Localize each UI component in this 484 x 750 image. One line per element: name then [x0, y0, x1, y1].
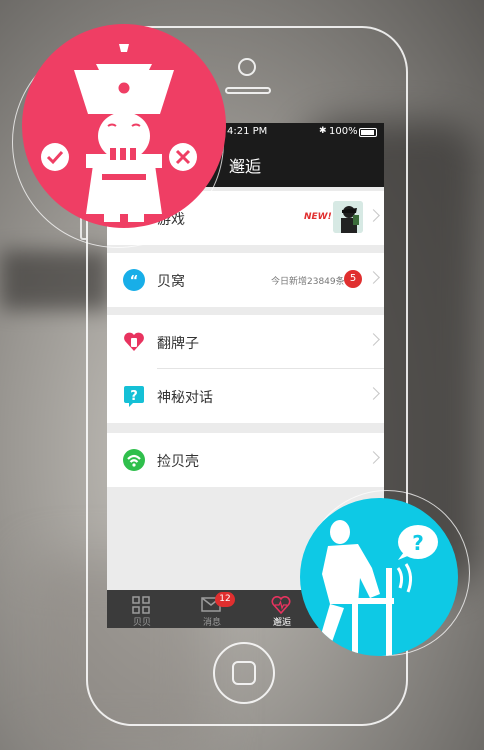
unread-count-badge: 5: [344, 270, 362, 288]
menu-item-label: 翻牌子: [157, 336, 199, 352]
bluetooth-icon: ✱: [319, 126, 327, 136]
battery-icon: [359, 128, 377, 137]
grid-icon: [132, 596, 150, 614]
svg-text:“: “: [130, 274, 139, 289]
page-title: 邂逅: [229, 157, 262, 176]
tab-beibei[interactable]: 贝贝: [107, 590, 177, 628]
chevron-right-icon: [367, 271, 380, 284]
battery-percent: 100%: [329, 126, 358, 137]
menu-item-label: 捡贝壳: [157, 454, 199, 470]
tab-label: 贝贝: [132, 618, 151, 628]
pink-character-badge: [22, 24, 226, 228]
front-camera: [238, 58, 256, 76]
game-thumbnail-icon: [333, 201, 363, 233]
status-time: 4:21 PM: [227, 126, 268, 137]
mystery-chat-icon: ?: [124, 386, 144, 407]
heart-card-icon: [124, 332, 144, 351]
chevron-right-icon: [367, 451, 380, 464]
menu-item-label: 神秘对话: [157, 390, 213, 406]
wifi-shell-icon: [123, 449, 145, 471]
quote-bubble-icon: “: [123, 269, 145, 291]
check-icon[interactable]: [40, 142, 70, 172]
chevron-right-icon: [367, 333, 380, 346]
new-badge: NEW!: [304, 212, 332, 222]
heart-pulse-icon: [271, 596, 291, 614]
chevron-right-icon: [367, 387, 380, 400]
tab-label: 消息: [202, 618, 221, 628]
menu-item-label: 贝窝: [157, 274, 185, 290]
svg-text:?: ?: [412, 531, 424, 555]
tab-messages[interactable]: 消息: [177, 590, 247, 628]
message-count-badge: 12: [215, 592, 235, 607]
menu-item-shenmi[interactable]: ? 神秘对话: [107, 369, 384, 423]
home-button[interactable]: [213, 642, 275, 704]
svg-text:?: ?: [130, 389, 138, 404]
menu-item-jianbeike[interactable]: 捡贝壳: [107, 433, 384, 487]
menu-item-beiwo[interactable]: “ 贝窝 今日新增23849条 5: [107, 253, 384, 307]
cyan-character-badge: ?: [300, 498, 458, 656]
close-icon[interactable]: [168, 142, 198, 172]
menu-item-fanpaizi[interactable]: 翻牌子: [107, 315, 384, 369]
menu-item-subtitle: 今日新增23849条: [271, 277, 345, 287]
chevron-right-icon: [367, 209, 380, 222]
earpiece: [225, 87, 271, 94]
tab-label: 邂逅: [272, 618, 291, 628]
